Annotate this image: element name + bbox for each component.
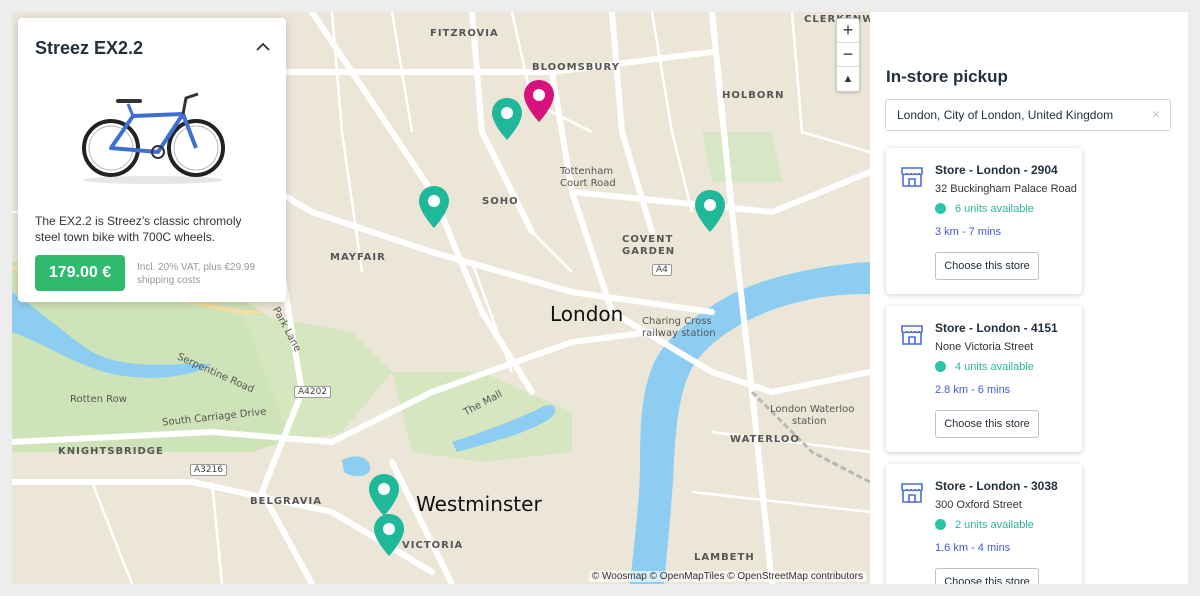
map-pin-icon [374, 514, 404, 556]
store-icon [901, 325, 923, 345]
selected-location-pin[interactable] [522, 78, 556, 124]
label-holborn: HOLBORN [722, 90, 785, 101]
clear-icon[interactable]: × [1152, 106, 1160, 122]
chevron-up-icon[interactable] [256, 42, 270, 52]
store-distance[interactable]: 3 km - 7 mins [935, 226, 1001, 238]
label-court-road: Court Road [560, 178, 616, 189]
label-waterloo: WATERLOO [730, 434, 800, 445]
choose-store-button[interactable]: Choose this store [935, 568, 1039, 584]
pickup-sidebar: In-store pickup × Store - London - 2904 … [870, 12, 1188, 584]
store-address: None Victoria Street [935, 341, 1034, 353]
label-knightsbridge: KNIGHTSBRIDGE [58, 446, 164, 457]
zoom-controls: + − ▲ [836, 18, 860, 92]
label-railway-station: railway station [642, 328, 716, 339]
store-card: Store - London - 3038 300 Oxford Street … [886, 464, 1082, 584]
store-address: 300 Oxford Street [935, 499, 1022, 511]
label-waterloo-station-2: station [792, 416, 827, 427]
store-pin[interactable] [693, 188, 727, 234]
store-stock-label: 2 units available [955, 519, 1034, 531]
map-pin-icon [695, 190, 725, 232]
label-fitzrovia: FITZROVIA [430, 28, 499, 39]
label-charing: Charing Cross [642, 316, 712, 327]
label-rotten-row: Rotten Row [70, 394, 127, 405]
product-description: The EX2.2 is Streez’s classic chromoly s… [35, 214, 242, 244]
pickup-title: In-store pickup [886, 67, 1008, 86]
reset-north-button[interactable]: ▲ [837, 67, 859, 91]
label-tottenham: Tottenham [560, 166, 614, 177]
store-card: Store - London - 2904 32 Buckingham Pala… [886, 148, 1082, 294]
label-bloomsbury: BLOOMSBURY [532, 62, 620, 73]
store-stock-label: 4 units available [955, 361, 1034, 373]
location-search-input[interactable] [886, 100, 1170, 130]
store-pin[interactable] [417, 184, 451, 230]
availability-dot-icon [935, 361, 946, 372]
label-lambeth: LAMBETH [694, 552, 755, 563]
store-stock-label: 6 units available [955, 203, 1034, 215]
road-shield-a4202: A4202 [294, 386, 332, 398]
road-shield-a3216: A3216 [190, 464, 228, 476]
store-pin[interactable] [372, 512, 406, 558]
label-westminster: Westminster [416, 492, 542, 516]
store-icon [901, 167, 923, 187]
store-stock: 2 units available [935, 519, 1034, 531]
store-distance[interactable]: 2.8 km - 6 mins [935, 384, 1010, 396]
availability-dot-icon [935, 203, 946, 214]
store-name: Store - London - 4151 [935, 321, 1058, 335]
label-london: London [550, 302, 624, 326]
road-shield-a4: A4 [652, 264, 672, 276]
store-stock: 6 units available [935, 203, 1034, 215]
label-victoria: VICTORIA [402, 540, 464, 551]
price-button[interactable]: 179.00 € [35, 255, 125, 291]
map-attribution[interactable]: © Woosmap © OpenMapTiles © OpenStreetMap… [588, 571, 866, 582]
store-name: Store - London - 2904 [935, 163, 1058, 177]
availability-dot-icon [935, 519, 946, 530]
label-mayfair: MAYFAIR [330, 252, 386, 263]
location-search: × [885, 99, 1171, 131]
store-address: 32 Buckingham Palace Road [935, 183, 1077, 195]
store-icon [901, 483, 923, 503]
label-garden: GARDEN [622, 246, 676, 257]
map-pin-icon [524, 80, 554, 122]
choose-store-button[interactable]: Choose this store [935, 410, 1039, 438]
zoom-in-button[interactable]: + [837, 19, 859, 43]
store-distance[interactable]: 1.6 km - 4 mins [935, 542, 1010, 554]
map[interactable]: FITZROVIA BLOOMSBURY HOLBORN CLERKENWELL… [12, 12, 870, 584]
zoom-out-button[interactable]: − [837, 43, 859, 67]
store-stock: 4 units available [935, 361, 1034, 373]
label-soho: SOHO [482, 196, 519, 207]
label-waterloo-station-1: London Waterloo [770, 404, 855, 415]
store-name: Store - London - 3038 [935, 479, 1058, 493]
price-note: Incl. 20% VAT, plus €29.99 shipping cost… [137, 262, 256, 286]
product-card: Streez EX2.2 The EX2.2 is Streez’s class… [18, 18, 286, 302]
label-covent: COVENT [622, 234, 674, 245]
choose-store-button[interactable]: Choose this store [935, 252, 1039, 280]
app-frame: FITZROVIA BLOOMSBURY HOLBORN CLERKENWELL… [12, 12, 1188, 584]
store-card: Store - London - 4151 None Victoria Stre… [886, 306, 1082, 452]
map-pin-icon [492, 98, 522, 140]
product-title: Streez EX2.2 [35, 38, 144, 58]
label-belgravia: BELGRAVIA [250, 496, 322, 507]
map-pin-icon [419, 186, 449, 228]
product-image [82, 92, 225, 184]
store-pin[interactable] [490, 96, 524, 142]
